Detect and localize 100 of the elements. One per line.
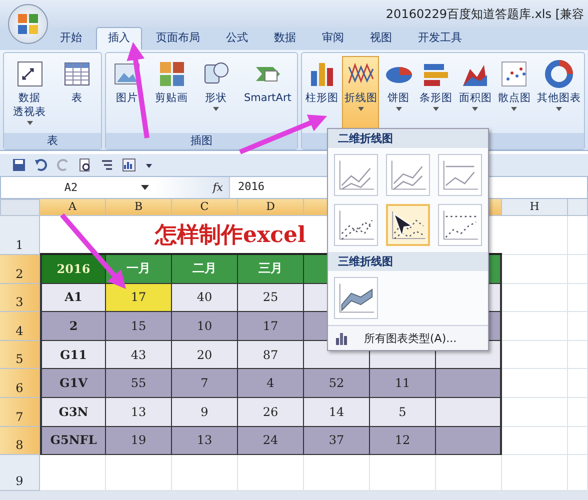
empty-cell bbox=[568, 255, 588, 284]
mouse-cursor-icon bbox=[392, 212, 414, 238]
table-cell bbox=[436, 426, 502, 456]
table-cell: 一月 bbox=[106, 255, 172, 284]
menu-section-title: 三维折线图 bbox=[328, 252, 488, 271]
row-header[interactable]: 3 bbox=[0, 284, 40, 312]
caret-icon bbox=[141, 185, 149, 190]
table-cell: G5NFL bbox=[40, 426, 106, 456]
table-cell: 二月 bbox=[172, 255, 238, 284]
ribbon-tab[interactable]: 审阅 bbox=[310, 27, 356, 50]
ribbon-button[interactable]: 形状 bbox=[199, 56, 233, 130]
table-cell: 17 bbox=[238, 312, 304, 341]
all-chart-types-item[interactable]: 所有图表类型(A)... bbox=[328, 325, 488, 350]
table-cell bbox=[436, 369, 502, 398]
group-label: 表 bbox=[4, 133, 101, 149]
table-cell: 19 bbox=[106, 426, 172, 456]
column-header[interactable]: A bbox=[40, 199, 106, 216]
table-cell: G11 bbox=[40, 340, 106, 370]
caret-icon bbox=[472, 107, 478, 112]
empty-cell bbox=[568, 426, 588, 456]
table-cell: G3N bbox=[40, 398, 106, 427]
caret-icon bbox=[556, 107, 562, 112]
ribbon-tab[interactable]: 开始 bbox=[48, 27, 94, 50]
donut-chart-icon bbox=[544, 59, 574, 89]
table-cell: 55 bbox=[106, 369, 172, 398]
row-header[interactable]: 9 bbox=[0, 455, 40, 492]
menu-section-title: 二维折线图 bbox=[328, 129, 488, 148]
ribbon-tab[interactable]: 页面布局 bbox=[144, 27, 212, 50]
ribbon-button[interactable]: 剪贴画 bbox=[153, 56, 190, 130]
empty-cell bbox=[502, 216, 568, 255]
window-title: 20160229百度知道答题库.xls [兼容 bbox=[386, 6, 584, 22]
column-header[interactable]: B bbox=[106, 199, 172, 216]
ribbon-tab[interactable]: 数据 bbox=[262, 27, 308, 50]
group-label: 插图 bbox=[106, 133, 298, 149]
table-cell: 52 bbox=[304, 369, 370, 398]
print-preview-icon[interactable] bbox=[78, 158, 92, 172]
table-cell: 13 bbox=[106, 398, 172, 427]
table-cell: 13 bbox=[172, 426, 238, 456]
table-cell: 9 bbox=[172, 398, 238, 427]
caret-icon bbox=[433, 107, 440, 112]
table-cell: 2 bbox=[40, 312, 106, 341]
ribbon-button[interactable]: 折线图 bbox=[342, 56, 380, 130]
column-header[interactable]: H bbox=[502, 199, 568, 216]
sheet-title: 怎样制作excel bbox=[155, 220, 306, 250]
ribbon-tab[interactable]: 插入 bbox=[96, 27, 142, 50]
pivot-table-icon bbox=[14, 59, 44, 89]
ribbon-button[interactable]: 数据 透视表 bbox=[11, 56, 48, 130]
caret-icon bbox=[511, 107, 518, 112]
table-cell: 11 bbox=[370, 369, 436, 398]
ribbon-button[interactable]: 其他图表 bbox=[534, 56, 583, 130]
table-cell: 7 bbox=[172, 369, 238, 398]
table-cell: 17 bbox=[106, 284, 172, 312]
table-cell: 三月 bbox=[238, 255, 304, 284]
row-header[interactable]: 5 bbox=[0, 340, 40, 370]
row-header[interactable]: 2 bbox=[0, 255, 40, 284]
empty-cell bbox=[568, 398, 588, 427]
chart-icon bbox=[334, 330, 350, 346]
column-header[interactable]: C bbox=[172, 199, 238, 216]
office-logo-icon bbox=[16, 12, 40, 36]
table-cell: 40 bbox=[172, 284, 238, 312]
table-cell: G1V bbox=[40, 369, 106, 398]
ribbon-button[interactable]: 表 bbox=[60, 56, 94, 130]
table-cell: 10 bbox=[172, 312, 238, 341]
ribbon-button[interactable]: 条形图 bbox=[418, 56, 455, 130]
ribbon-button[interactable]: SmartArt bbox=[242, 56, 294, 130]
ribbon-button[interactable]: 散点图 bbox=[496, 56, 533, 130]
column-header[interactable]: D bbox=[238, 199, 304, 216]
line-chart-option[interactable] bbox=[386, 204, 430, 246]
empty-cell bbox=[568, 284, 588, 312]
ribbon-tab[interactable]: 开发工具 bbox=[406, 27, 474, 50]
table-cell: 4 bbox=[238, 369, 304, 398]
empty-cell bbox=[568, 369, 588, 398]
row-header[interactable]: 7 bbox=[0, 398, 40, 427]
table-cell: 26 bbox=[238, 398, 304, 427]
function-button[interactable]: fx bbox=[212, 181, 223, 194]
table-cell: 12 bbox=[370, 426, 436, 456]
ribbon-button[interactable]: 柱形图 bbox=[303, 56, 340, 130]
caret-icon bbox=[396, 107, 402, 112]
save-icon[interactable] bbox=[12, 158, 26, 172]
table-cell: 20 bbox=[172, 340, 238, 370]
table-cell: 43 bbox=[106, 340, 172, 370]
empty-cell bbox=[568, 340, 588, 370]
row-header[interactable]: 8 bbox=[0, 426, 40, 456]
table-cell: 14 bbox=[304, 398, 370, 427]
undo-icon[interactable] bbox=[34, 158, 48, 172]
table-cell: A1 bbox=[40, 284, 106, 312]
chart-icon[interactable] bbox=[122, 158, 136, 172]
caret-icon bbox=[358, 107, 364, 112]
row-header[interactable]: 6 bbox=[0, 369, 40, 398]
sort-icon[interactable] bbox=[100, 158, 114, 172]
office-button[interactable] bbox=[8, 4, 48, 44]
name-box[interactable]: A2 bbox=[1, 181, 141, 194]
table-cell: 2016 bbox=[40, 255, 106, 284]
caret-icon bbox=[26, 121, 32, 126]
row-header[interactable]: 4 bbox=[0, 312, 40, 341]
ribbon-tab[interactable]: 公式 bbox=[214, 27, 260, 50]
empty-cell bbox=[568, 312, 588, 341]
ribbon-tab[interactable]: 视图 bbox=[358, 27, 404, 50]
caret-icon bbox=[213, 107, 219, 112]
row-header[interactable]: 1 bbox=[0, 216, 40, 255]
